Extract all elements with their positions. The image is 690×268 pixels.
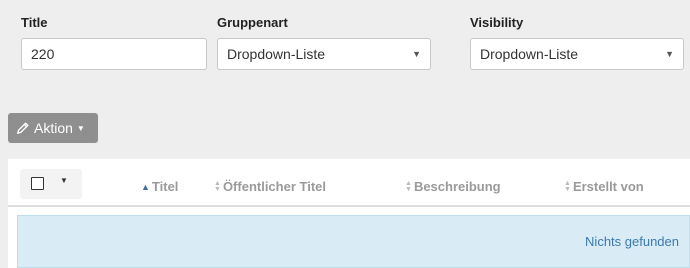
sort-icon: ▲ ▼	[564, 179, 571, 193]
sort-ascending-icon: ▲	[141, 181, 150, 192]
visibility-value: Dropdown-Liste	[480, 46, 579, 62]
action-button-label: Aktion	[34, 120, 73, 136]
empty-result-row: Nichts gefunden	[17, 215, 690, 268]
chevron-down-icon: ▼	[665, 49, 674, 59]
chevron-down-icon: ▼	[412, 49, 421, 59]
column-header-label: Erstellt von	[572, 179, 644, 194]
column-header-oeffentlicher-titel[interactable]: ▲ ▼ Öffentlicher Titel	[214, 179, 326, 194]
bulk-select-dropdown[interactable]: ▼	[20, 169, 82, 199]
gruppenart-value: Dropdown-Liste	[227, 46, 326, 62]
table-header: ▼ ▲ Titel ▲ ▼ Öffentlicher Titel ▲ ▼ Besch…	[8, 159, 690, 207]
select-all-checkbox[interactable]	[31, 177, 44, 190]
gruppenart-select[interactable]: Dropdown-Liste ▼	[217, 38, 431, 70]
empty-message: Nichts gefunden	[585, 234, 679, 249]
visibility-select[interactable]: Dropdown-Liste ▼	[470, 38, 684, 70]
title-input[interactable]: 220	[21, 38, 207, 70]
visibility-label: Visibility	[470, 15, 524, 30]
caret-down-icon[interactable]: ▼	[60, 176, 68, 185]
column-header-label: Titel	[151, 179, 179, 194]
column-header-erstellt-von[interactable]: ▲ ▼ Erstellt von	[564, 179, 644, 194]
title-label: Title	[21, 15, 48, 30]
action-dropdown-button[interactable]: Aktion ▼	[8, 113, 98, 143]
gruppenart-label: Gruppenart	[217, 15, 288, 30]
caret-down-icon: ▼	[76, 123, 85, 133]
column-header-label: Beschreibung	[413, 179, 501, 194]
sort-icon: ▲ ▼	[214, 179, 221, 193]
sort-icon: ▲ ▼	[405, 179, 412, 193]
column-header-label: Öffentlicher Titel	[222, 179, 326, 194]
pencil-icon	[17, 122, 29, 134]
column-header-titel[interactable]: ▲ Titel	[141, 179, 178, 194]
results-table: ▼ ▲ Titel ▲ ▼ Öffentlicher Titel ▲ ▼ Besch…	[8, 159, 690, 268]
column-header-beschreibung[interactable]: ▲ ▼ Beschreibung	[405, 179, 501, 194]
